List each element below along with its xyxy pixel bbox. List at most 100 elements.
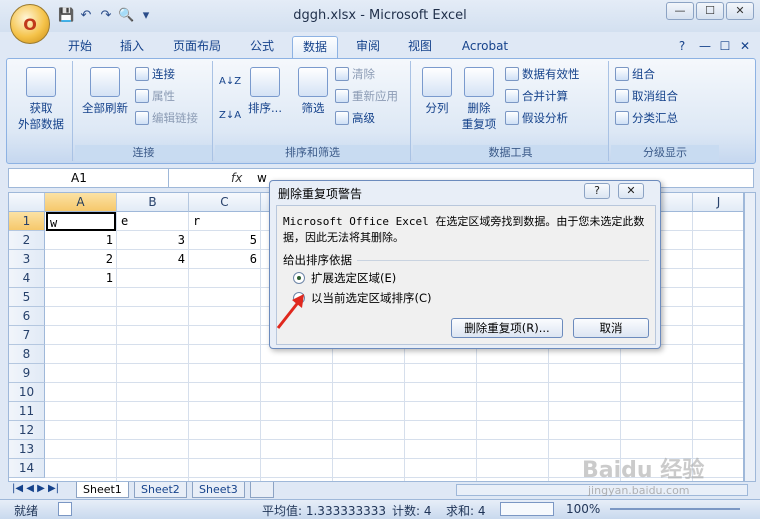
group-button[interactable]: 组合: [615, 65, 655, 83]
select-all-corner[interactable]: [9, 193, 45, 212]
refresh-all-button[interactable]: 全部刷新: [77, 67, 133, 116]
ribbon-restore-icon[interactable]: ☐: [718, 36, 732, 58]
column-header[interactable]: J: [693, 193, 743, 212]
row-header[interactable]: 1: [9, 212, 45, 231]
macro-record-icon[interactable]: [58, 502, 72, 516]
name-box[interactable]: A1: [9, 169, 169, 187]
sort-descending-button[interactable]: Z↓A: [219, 107, 241, 125]
tab-home[interactable]: 开始: [58, 36, 102, 58]
help-icon[interactable]: ?: [674, 36, 690, 58]
row-header[interactable]: 3: [9, 250, 45, 269]
what-if-button[interactable]: 假设分析: [505, 109, 568, 127]
office-button[interactable]: O: [10, 4, 50, 44]
remove-duplicates-button[interactable]: 删除 重复项: [459, 67, 499, 132]
tab-page-layout[interactable]: 页面布局: [164, 36, 230, 58]
row-header[interactable]: 4: [9, 269, 45, 288]
row-header[interactable]: 12: [9, 421, 45, 440]
remove-duplicates-confirm-button[interactable]: 删除重复项(R)...: [451, 318, 563, 338]
column-header[interactable]: B: [117, 193, 189, 212]
row-header[interactable]: 13: [9, 440, 45, 459]
sheet-tab-1[interactable]: Sheet1: [76, 482, 129, 498]
sort-icon: [250, 67, 280, 97]
subtotal-icon: [615, 111, 629, 125]
row-header[interactable]: 14: [9, 459, 45, 478]
row-header[interactable]: 9: [9, 364, 45, 383]
ribbon-close-icon[interactable]: ✕: [738, 36, 752, 58]
row-header[interactable]: 2: [9, 231, 45, 250]
cell-a2[interactable]: 1: [45, 231, 113, 250]
connections-button[interactable]: 连接: [135, 65, 175, 83]
tab-view[interactable]: 视图: [398, 36, 442, 58]
row-header[interactable]: 6: [9, 307, 45, 326]
dialog-help-button[interactable]: ?: [584, 183, 610, 199]
minimize-button[interactable]: —: [666, 2, 694, 20]
consolidate-button[interactable]: 合并计算: [505, 87, 568, 105]
sort-basis-legend: 给出排序依据: [283, 253, 352, 267]
sheet-nav-icons[interactable]: |◀ ◀ ▶ ▶|: [12, 480, 59, 498]
cell-c1[interactable]: r: [193, 212, 200, 231]
remove-duplicates-icon: [464, 67, 494, 97]
cell-a3[interactable]: 2: [45, 250, 113, 269]
sort-ascending-button[interactable]: A↓Z: [219, 73, 241, 91]
row-header[interactable]: 7: [9, 326, 45, 345]
cell-a1[interactable]: w: [46, 212, 116, 231]
properties-label: 属性: [152, 89, 175, 103]
expand-selection-label: 扩展选定区域(E): [311, 271, 397, 285]
edit-links-button[interactable]: 编辑链接: [135, 109, 198, 127]
clear-button[interactable]: 清除: [335, 65, 375, 83]
tab-review[interactable]: 审阅: [346, 36, 390, 58]
ribbon-minimize-icon[interactable]: —: [698, 36, 712, 58]
row-header[interactable]: 8: [9, 345, 45, 364]
text-to-columns-button[interactable]: 分列: [417, 67, 457, 116]
filter-button[interactable]: 筛选: [293, 67, 333, 116]
cell-b1[interactable]: e: [121, 212, 128, 231]
column-header[interactable]: C: [189, 193, 261, 212]
formula-input[interactable]: w: [257, 169, 267, 187]
tab-acrobat[interactable]: Acrobat: [454, 36, 516, 58]
advanced-filter-button[interactable]: 高级: [335, 109, 375, 127]
undo-icon[interactable]: ↶: [78, 8, 94, 24]
cancel-button[interactable]: 取消: [573, 318, 649, 338]
dialog-body: Microsoft Office Excel 在选定区域旁找到数据。由于您未选定…: [276, 205, 656, 345]
get-external-label-2: 外部数据: [18, 117, 64, 131]
text-to-columns-icon: [422, 67, 452, 97]
cell-a4[interactable]: 1: [45, 269, 113, 288]
cell-b3[interactable]: 4: [117, 250, 185, 269]
subtotal-button[interactable]: 分类汇总: [615, 109, 678, 127]
redo-icon[interactable]: ↷: [98, 8, 114, 24]
cell-c3[interactable]: 6: [189, 250, 257, 269]
row-header[interactable]: 11: [9, 402, 45, 421]
title-bar: dggh.xlsx - Microsoft Excel 💾 ↶ ↷ 🔍 ▾ — …: [0, 0, 760, 32]
sheet-tab-2[interactable]: Sheet2: [134, 482, 187, 498]
status-count: 计数: 4: [392, 504, 432, 518]
get-external-data-button[interactable]: 获取 外部数据: [15, 67, 67, 132]
properties-button[interactable]: 属性: [135, 87, 175, 105]
view-buttons-icon[interactable]: [500, 502, 554, 516]
get-external-label-1: 获取: [29, 101, 53, 115]
tab-formulas[interactable]: 公式: [240, 36, 284, 58]
row-header[interactable]: 5: [9, 288, 45, 307]
cell-c2[interactable]: 5: [189, 231, 257, 250]
maximize-button[interactable]: ☐: [696, 2, 724, 20]
zoom-level[interactable]: 100%: [566, 502, 600, 516]
zoom-slider[interactable]: [610, 508, 740, 510]
sheet-tab-3[interactable]: Sheet3: [192, 482, 245, 498]
row-header[interactable]: 10: [9, 383, 45, 402]
expand-selection-radio[interactable]: 扩展选定区域(E): [293, 270, 396, 286]
cell-b2[interactable]: 3: [117, 231, 185, 250]
print-preview-icon[interactable]: 🔍: [118, 8, 134, 24]
customize-qat-icon[interactable]: ▾: [138, 8, 154, 24]
ungroup-button[interactable]: 取消组合: [615, 87, 678, 105]
data-validation-button[interactable]: 数据有效性: [505, 65, 580, 83]
tab-insert[interactable]: 插入: [110, 36, 154, 58]
column-header[interactable]: A: [45, 193, 117, 212]
vertical-scrollbar[interactable]: [744, 192, 756, 482]
close-button[interactable]: ✕: [726, 2, 754, 20]
tab-data[interactable]: 数据: [292, 36, 338, 58]
sort-button[interactable]: 排序...: [245, 67, 285, 116]
insert-function-icon[interactable]: fx: [231, 169, 249, 187]
insert-sheet-icon[interactable]: [250, 482, 274, 498]
save-icon[interactable]: 💾: [58, 8, 74, 24]
reapply-button[interactable]: 重新应用: [335, 87, 398, 105]
dialog-close-button[interactable]: ✕: [618, 183, 644, 199]
